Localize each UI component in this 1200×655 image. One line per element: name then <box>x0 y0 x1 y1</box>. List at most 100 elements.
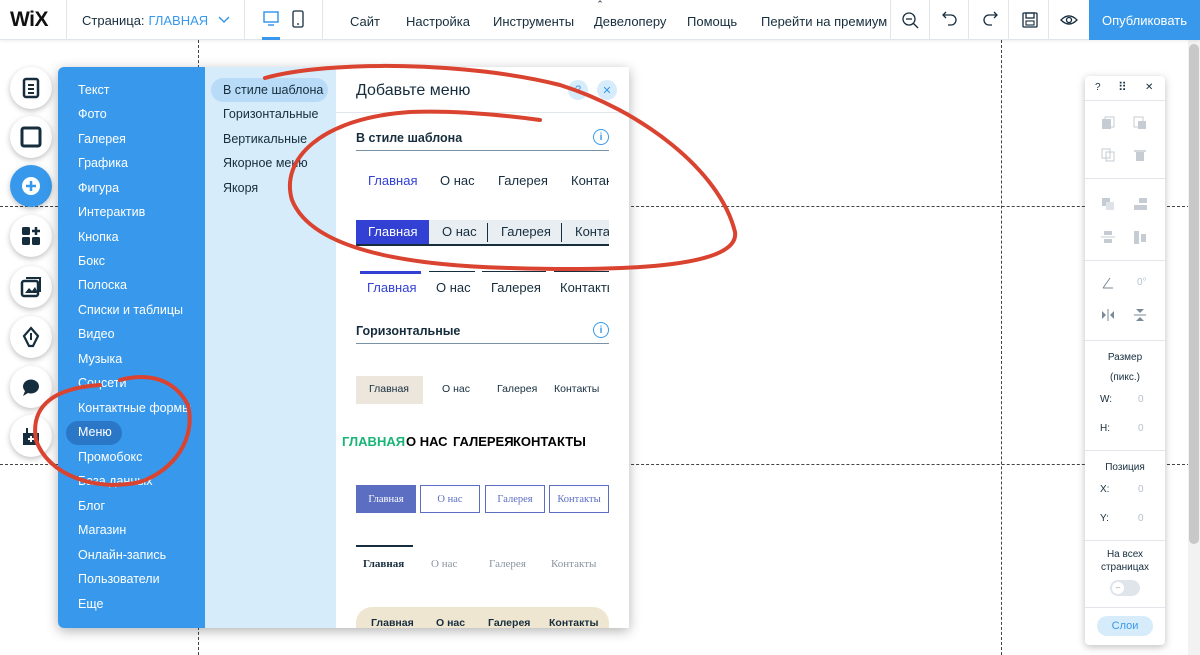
category-shape[interactable]: Фигура <box>78 181 119 195</box>
subcategory-anchor-menu[interactable]: Якорное меню <box>223 156 308 170</box>
nav-tools[interactable]: Инструменты <box>493 14 574 29</box>
toolbar-close-button[interactable]: ✕ <box>1145 82 1153 93</box>
subcategory-vertical[interactable]: Вертикальные <box>223 132 307 146</box>
rotate-angle-icon[interactable] <box>1101 276 1115 290</box>
width-input[interactable]: 0 <box>1138 394 1144 405</box>
help-button[interactable]: ? <box>568 80 588 100</box>
menu-item: Галерея <box>488 617 531 628</box>
menu-item-topline-active <box>360 271 421 274</box>
background-button[interactable] <box>10 116 52 158</box>
category-booking[interactable]: Онлайн-запись <box>78 548 166 562</box>
pages-menu-button[interactable] <box>10 67 52 109</box>
category-promobox[interactable]: Промобокс <box>78 450 142 464</box>
menu-item: Галерея <box>501 224 551 239</box>
menu-preset-outlined[interactable]: Главная О нас Галерея Контакты <box>356 485 609 513</box>
toolbar-help-button[interactable]: ? <box>1095 82 1101 93</box>
layers-button[interactable]: Слои <box>1097 616 1153 636</box>
menu-preset-beige[interactable]: Главная О нас Галерея Контакты <box>356 376 609 404</box>
category-gallery[interactable]: Галерея <box>78 132 126 146</box>
blog-button[interactable] <box>10 316 52 358</box>
menu-item-topline <box>429 271 475 272</box>
menu-preset-pill[interactable]: Главная О нас Галерея Контакты <box>356 607 609 628</box>
page-selector[interactable]: Страница: ГЛАВНАЯ <box>82 13 208 28</box>
wix-logo[interactable]: WiX <box>10 8 48 32</box>
save-icon[interactable] <box>1020 10 1040 30</box>
subcategory-horizontal[interactable]: Горизонтальные <box>223 107 318 121</box>
category-button[interactable]: Кнопка <box>78 230 119 244</box>
y-input[interactable]: 0 <box>1138 513 1144 524</box>
category-text[interactable]: Текст <box>78 83 109 97</box>
copy-icon[interactable] <box>1101 116 1115 130</box>
background-icon <box>20 126 42 148</box>
menu-item: ГАЛЕРЕЯ <box>453 434 514 449</box>
duplicate-icon[interactable] <box>1101 148 1115 162</box>
menu-item-topline <box>482 271 546 272</box>
flip-vertical-icon[interactable] <box>1133 308 1147 322</box>
category-social[interactable]: Соцсети <box>78 376 127 390</box>
show-on-all-pages-toggle[interactable]: – <box>1110 580 1140 596</box>
subcategory-anchors[interactable]: Якоря <box>223 181 258 195</box>
panel-title: Добавьте меню <box>356 82 471 99</box>
divider <box>1085 450 1165 451</box>
nav-developer[interactable]: Девелоперу <box>594 14 666 29</box>
category-strip[interactable]: Полоска <box>78 278 127 292</box>
desktop-icon[interactable] <box>262 10 280 28</box>
category-menu[interactable]: Меню <box>78 425 112 439</box>
menu-preset-caps[interactable]: ГЛАВНАЯ О НАС ГАЛЕРЕЯ КОНТАКТЫ <box>342 434 625 454</box>
menu-preset-tabs[interactable]: Главная О нас Галерея Контакты <box>356 220 609 246</box>
match-size-icon[interactable] <box>1133 230 1149 246</box>
menu-preset-topline[interactable]: Главная О нас Галерея Контакты <box>356 270 609 300</box>
category-store[interactable]: Магазин <box>78 523 126 537</box>
info-icon[interactable]: i <box>593 322 609 338</box>
category-blog[interactable]: Блог <box>78 499 105 513</box>
trash-icon[interactable] <box>1133 148 1147 162</box>
publish-button[interactable]: Опубликовать <box>1089 0 1200 40</box>
category-members[interactable]: Пользователи <box>78 572 160 586</box>
category-video[interactable]: Видео <box>78 327 115 341</box>
category-interactive[interactable]: Интерактив <box>78 205 145 219</box>
nav-upgrade[interactable]: Перейти на премиум <box>761 14 887 29</box>
properties-toolbar: ? ⠿ ✕ 0° Размер (пикс.) W: 0 H: 0 Позици… <box>1085 76 1165 645</box>
category-more[interactable]: Еще <box>78 597 103 611</box>
category-lists[interactable]: Списки и таблицы <box>78 303 183 317</box>
close-button[interactable]: ✕ <box>597 80 617 100</box>
category-graphics[interactable]: Графика <box>78 156 128 170</box>
paste-icon[interactable] <box>1133 116 1147 130</box>
height-input[interactable]: 0 <box>1138 423 1144 434</box>
align-icon[interactable] <box>1133 197 1149 213</box>
preview-eye-icon[interactable] <box>1059 10 1079 30</box>
add-elements-button[interactable] <box>10 165 52 207</box>
undo-icon[interactable] <box>940 10 960 30</box>
category-database[interactable]: База данных <box>78 474 152 488</box>
store-button[interactable] <box>10 415 52 457</box>
subcategory-theme[interactable]: В стиле шаблона <box>223 83 323 97</box>
menu-preset-plain[interactable]: Главная О нас Галерея Контакты <box>356 167 609 195</box>
canvas-scrollbar-thumb[interactable] <box>1189 44 1199 544</box>
category-music[interactable]: Музыка <box>78 352 122 366</box>
rotation-value[interactable]: 0° <box>1137 277 1147 288</box>
category-photo[interactable]: Фото <box>78 107 107 121</box>
mobile-icon[interactable] <box>291 10 305 28</box>
nav-help[interactable]: Помощь <box>687 14 737 29</box>
chat-button[interactable] <box>10 366 52 408</box>
media-button[interactable] <box>10 266 52 308</box>
collapse-topbar-icon[interactable]: ⌃ <box>584 0 616 10</box>
nav-site[interactable]: Сайт <box>350 14 380 29</box>
x-input[interactable]: 0 <box>1138 484 1144 495</box>
nav-settings[interactable]: Настройка <box>406 14 470 29</box>
chevron-down-icon[interactable] <box>217 10 231 30</box>
info-icon[interactable]: i <box>593 129 609 145</box>
redo-icon[interactable] <box>980 10 1000 30</box>
size-label: Размер <box>1107 352 1143 363</box>
distribute-icon[interactable] <box>1101 230 1115 244</box>
category-box[interactable]: Бокс <box>78 254 105 268</box>
add-apps-button[interactable] <box>10 215 52 257</box>
category-contact-forms[interactable]: Контактные формы <box>78 401 191 415</box>
divider <box>1085 178 1165 179</box>
chat-bubble-icon <box>22 379 39 396</box>
menu-preset-serif[interactable]: Главная О нас Галерея Контакты <box>356 545 609 573</box>
arrange-icon[interactable] <box>1101 197 1115 211</box>
drag-handle-icon[interactable]: ⠿ <box>1118 80 1127 94</box>
zoom-out-icon[interactable] <box>900 10 920 30</box>
flip-horizontal-icon[interactable] <box>1101 308 1115 322</box>
